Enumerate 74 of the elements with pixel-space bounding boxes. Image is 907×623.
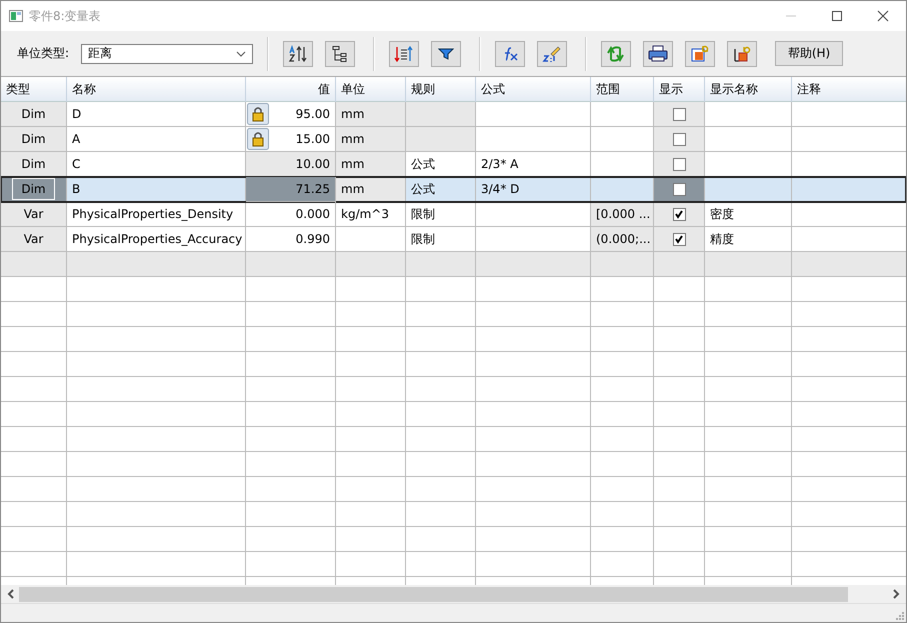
unit-type-label: 单位类型: bbox=[17, 45, 70, 62]
column-header[interactable]: 名称 bbox=[67, 77, 246, 102]
table-cell: Dim bbox=[1, 102, 67, 127]
unit-type-dropdown[interactable]: 距离 bbox=[81, 44, 254, 64]
value-text: 95.00 bbox=[296, 107, 330, 121]
import-button[interactable] bbox=[727, 40, 758, 66]
table-cell: 3/4* D bbox=[476, 177, 591, 202]
table-cell: [0.000 ... bbox=[591, 202, 654, 227]
bracket-key-icon bbox=[732, 44, 752, 62]
table-row[interactable]: Var PhysicalProperties_Density 0.000 kg/m^3 限制 [0.000 ... 密度 bbox=[1, 202, 906, 227]
column-header[interactable]: 显示名称 bbox=[705, 77, 792, 102]
tree-view-button[interactable] bbox=[325, 40, 356, 66]
sort-az-icon bbox=[288, 44, 308, 62]
tree-icon bbox=[331, 44, 350, 62]
printer-icon bbox=[648, 44, 668, 62]
checkbox[interactable] bbox=[672, 132, 686, 146]
table-cell: 限制 bbox=[406, 202, 476, 227]
up-down-arrows-icon bbox=[394, 44, 414, 62]
pencil-ratio-icon bbox=[542, 44, 562, 62]
table-cell: 公式 bbox=[406, 177, 476, 202]
column-header[interactable]: 范围 bbox=[591, 77, 654, 102]
column-header[interactable]: 注释 bbox=[792, 77, 906, 102]
help-button[interactable]: 帮助(H) bbox=[775, 41, 844, 66]
table-cell: Dim bbox=[1, 152, 67, 177]
filter-icon bbox=[438, 46, 454, 60]
table-cell: mm bbox=[336, 102, 406, 127]
resize-grip-icon[interactable] bbox=[896, 612, 904, 620]
scroll-right-icon[interactable] bbox=[892, 589, 900, 599]
value-text: 15.00 bbox=[296, 132, 330, 146]
table-cell: mm bbox=[336, 177, 406, 202]
refresh-button[interactable] bbox=[601, 40, 632, 66]
table-cell: 10.00 bbox=[246, 152, 336, 177]
table-cell: mm bbox=[336, 127, 406, 152]
window-key-icon bbox=[690, 44, 710, 62]
formula-button[interactable] bbox=[495, 40, 526, 66]
table-cell: kg/m^3 bbox=[336, 202, 406, 227]
table-cell: 71.25 bbox=[246, 177, 336, 202]
table-cell: PhysicalProperties_Density bbox=[67, 202, 246, 227]
table-cell: Var bbox=[1, 227, 67, 252]
table-cell: (0.000;... bbox=[591, 227, 654, 252]
table-cell: Dim bbox=[1, 127, 67, 152]
chevron-down-icon bbox=[236, 50, 246, 56]
print-button[interactable] bbox=[643, 40, 674, 66]
sort-button[interactable] bbox=[283, 40, 314, 66]
column-header[interactable]: 公式 bbox=[476, 77, 591, 102]
scroll-left-icon[interactable] bbox=[7, 589, 15, 599]
table-cell: D bbox=[67, 102, 246, 127]
ratio-edit-button[interactable] bbox=[537, 40, 568, 66]
horizontal-scrollbar[interactable] bbox=[1, 585, 906, 603]
table-row[interactable]: Dim A 15.00 mm bbox=[1, 127, 906, 152]
table-cell: 密度 bbox=[705, 202, 792, 227]
export-button[interactable] bbox=[685, 40, 716, 66]
checkbox[interactable] bbox=[672, 182, 686, 196]
refresh-icon bbox=[606, 44, 626, 62]
table-cell: A bbox=[67, 127, 246, 152]
filter-button[interactable] bbox=[431, 40, 462, 66]
lock-icon[interactable] bbox=[247, 128, 269, 150]
checkbox[interactable] bbox=[672, 158, 686, 170]
table-cell: 0.000 bbox=[246, 202, 336, 227]
table-cell: Var bbox=[1, 202, 67, 227]
checkbox[interactable] bbox=[672, 208, 686, 220]
lock-icon[interactable] bbox=[247, 103, 269, 125]
app-icon bbox=[9, 10, 23, 22]
table-row[interactable]: Dim B 71.25 mm 公式 3/4* D bbox=[1, 177, 906, 202]
table-cell: mm bbox=[336, 152, 406, 177]
type-text: Dim bbox=[12, 178, 55, 200]
column-header[interactable]: 值 bbox=[246, 77, 336, 102]
reorder-button[interactable] bbox=[389, 40, 420, 66]
window-title: 零件8:变量表 bbox=[29, 8, 101, 24]
close-icon[interactable] bbox=[877, 10, 889, 22]
checkbox[interactable] bbox=[672, 108, 686, 120]
table-row[interactable]: Dim D 95.00 mm bbox=[1, 102, 906, 127]
maximize-icon[interactable] bbox=[831, 10, 843, 22]
checkbox[interactable] bbox=[672, 232, 686, 246]
